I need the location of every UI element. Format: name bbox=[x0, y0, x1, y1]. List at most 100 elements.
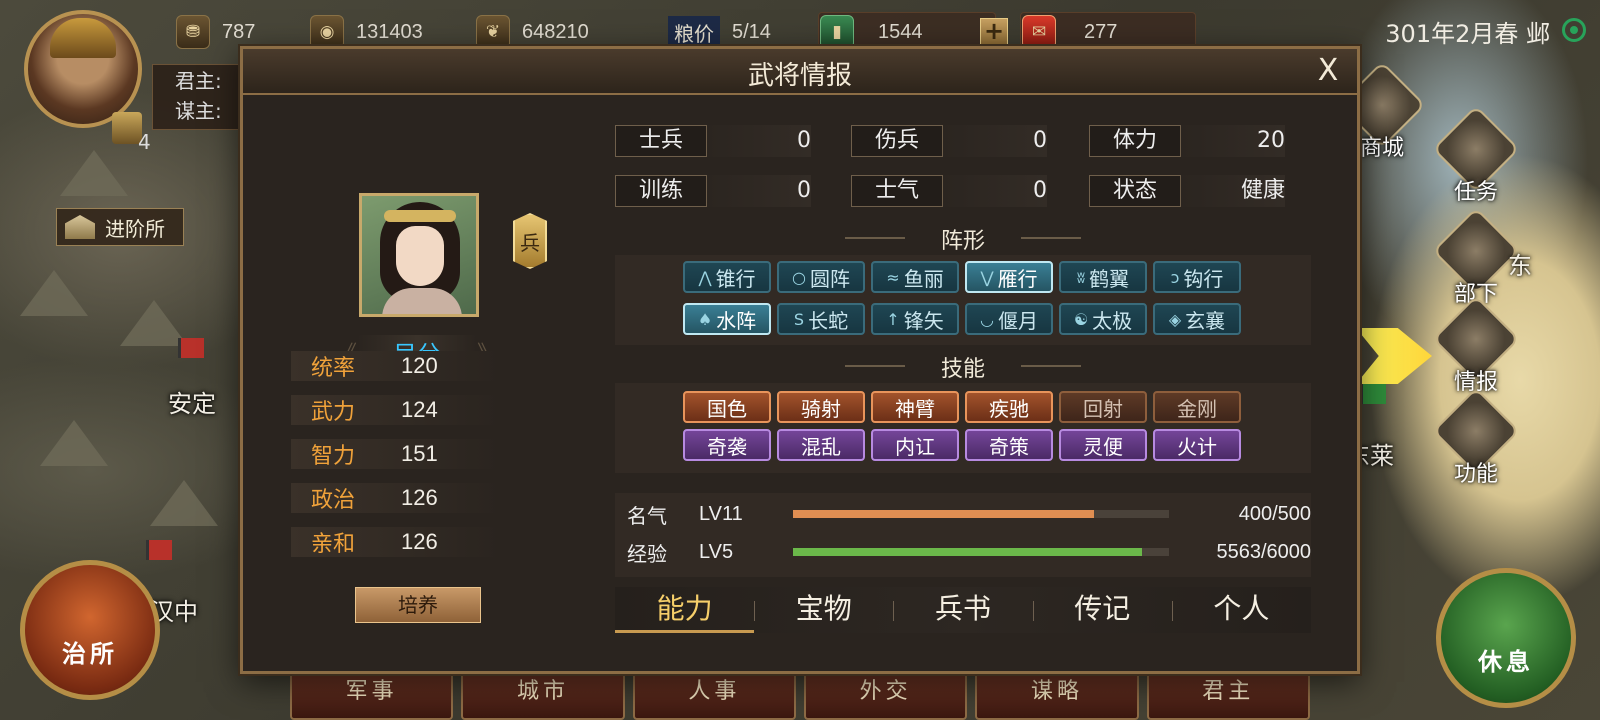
tab-military-book[interactable]: 兵书 bbox=[893, 587, 1032, 633]
add-jade-button[interactable]: + bbox=[980, 18, 1008, 46]
skill-badge-locked[interactable]: 金刚 bbox=[1153, 391, 1241, 423]
formation-button[interactable]: ○ 圆阵 bbox=[777, 261, 865, 293]
menu-diplomacy[interactable]: 外交 bbox=[803, 672, 968, 720]
portrait-face bbox=[396, 226, 444, 286]
formation-label: 雁行 bbox=[997, 266, 1038, 291]
formation-label: 鹤翼 bbox=[1089, 266, 1130, 291]
formation-label: 鱼丽 bbox=[903, 266, 944, 291]
formation-icon: ⋀ bbox=[698, 267, 712, 287]
skill-badge[interactable]: 骑射 bbox=[777, 391, 865, 423]
skill-badge[interactable]: 混乱 bbox=[777, 429, 865, 461]
formation-button[interactable]: ⋀ 锥行 bbox=[683, 261, 771, 293]
tab-personal[interactable]: 个人 bbox=[1171, 587, 1311, 633]
skill-row: 国色 骑射 神臂 疾驰 回射 金刚 bbox=[683, 391, 1241, 423]
stat-value: 120 bbox=[401, 353, 438, 378]
skill-badge-locked[interactable]: 回射 bbox=[1059, 391, 1147, 423]
advance-hall-button[interactable]: 进阶所 bbox=[56, 208, 184, 246]
skill-badge[interactable]: 疾驰 bbox=[965, 391, 1053, 423]
info-cell-status: 状态 健康 bbox=[1089, 175, 1285, 207]
formation-label: 水阵 bbox=[716, 308, 757, 333]
stat-row: 统率 120 bbox=[291, 351, 501, 381]
exp-bar bbox=[793, 548, 1169, 556]
formation-button[interactable]: ↑ 锋矢 bbox=[871, 303, 959, 335]
formation-icon: ◡ bbox=[980, 309, 994, 329]
info-track bbox=[707, 125, 811, 157]
city-anding[interactable]: 安定 bbox=[168, 384, 216, 419]
train-button[interactable]: 培养 bbox=[355, 587, 481, 623]
intel-button[interactable]: 情报 bbox=[1432, 295, 1520, 395]
skill-badge[interactable]: 灵便 bbox=[1059, 429, 1147, 461]
formation-icon: ○ bbox=[792, 267, 806, 287]
skill-badge[interactable]: 奇袭 bbox=[683, 429, 771, 461]
stat-value: 151 bbox=[401, 441, 438, 466]
task-button[interactable]: 任务 bbox=[1432, 105, 1520, 205]
function-button[interactable]: 功能 bbox=[1432, 387, 1520, 487]
detail-tabs: 能力 宝物 兵书 传记 个人 bbox=[615, 587, 1311, 633]
formation-button[interactable]: ʬ 鹤翼 bbox=[1059, 261, 1147, 293]
dialog-header: 武将情报 X bbox=[243, 49, 1357, 95]
tokens-value: 277 bbox=[1084, 20, 1118, 43]
close-button[interactable]: X bbox=[1311, 53, 1345, 89]
gate-icon bbox=[65, 215, 95, 239]
tab-treasure[interactable]: 宝物 bbox=[754, 587, 893, 633]
general-info-dialog: 武将情报 X 兵 《 吴兮 》 统率 120 武力 124 智力 151 政治 bbox=[240, 46, 1360, 674]
formation-icon: ʬ bbox=[1076, 267, 1086, 287]
info-cell-stamina: 体力 20 bbox=[1089, 125, 1285, 157]
tab-biography[interactable]: 传记 bbox=[1032, 587, 1172, 633]
info-value: 0 bbox=[797, 178, 811, 203]
formation-button[interactable]: ↄ 钩行 bbox=[1153, 261, 1241, 293]
formation-button[interactable]: S 长蛇 bbox=[777, 303, 865, 335]
troop-type-badge: 兵 bbox=[513, 213, 547, 269]
info-label: 士兵 bbox=[615, 125, 707, 157]
city-flag-icon bbox=[146, 540, 172, 560]
menu-lord[interactable]: 君主 bbox=[1146, 672, 1310, 720]
skill-badge[interactable]: 国色 bbox=[683, 391, 771, 423]
subordinates-button[interactable]: 部下 bbox=[1432, 207, 1520, 307]
formation-icon: ≈ bbox=[886, 267, 900, 287]
formation-button-active[interactable]: ♠ 水阵 bbox=[683, 303, 771, 335]
formation-icon: ♠ bbox=[697, 309, 713, 329]
formation-button[interactable]: ≈ 鱼丽 bbox=[871, 261, 959, 293]
skill-section-title: 技能 bbox=[615, 351, 1311, 382]
info-label: 状态 bbox=[1089, 175, 1181, 207]
formation-button[interactable]: ☯ 太极 bbox=[1059, 303, 1147, 335]
formation-button[interactable]: ◡ 偃月 bbox=[965, 303, 1053, 335]
lord-avatar[interactable] bbox=[24, 10, 142, 128]
formation-label: 长蛇 bbox=[808, 308, 849, 333]
skill-badge[interactable]: 火计 bbox=[1153, 429, 1241, 461]
stat-label: 统率 bbox=[311, 356, 356, 381]
grain-value: 648210 bbox=[522, 20, 589, 43]
formation-button[interactable]: ◈ 玄襄 bbox=[1153, 303, 1241, 335]
menu-personnel[interactable]: 人事 bbox=[632, 672, 796, 720]
formation-icon: ↄ bbox=[1170, 267, 1180, 287]
skill-badge[interactable]: 内讧 bbox=[871, 429, 959, 461]
tab-ability[interactable]: 能力 bbox=[615, 587, 755, 633]
stat-row: 武力 124 bbox=[291, 395, 501, 425]
fame-bar bbox=[793, 510, 1169, 518]
lord-level: 4 bbox=[138, 130, 151, 154]
menu-strategy[interactable]: 谋略 bbox=[975, 672, 1139, 720]
grain-price-value: 5/14 bbox=[732, 20, 771, 43]
general-portrait bbox=[359, 193, 479, 317]
city-dong[interactable]: 东 bbox=[1508, 246, 1532, 281]
stat-label: 武力 bbox=[311, 400, 356, 425]
formation-label: 锋矢 bbox=[903, 308, 944, 333]
fame-progress: 名气 LV11 400/500 bbox=[627, 499, 1311, 529]
skill-row: 奇袭 混乱 内讧 奇策 灵便 火计 bbox=[683, 429, 1241, 461]
dialog-title: 武将情报 bbox=[747, 61, 852, 91]
menu-city[interactable]: 城市 bbox=[461, 672, 625, 720]
govern-button[interactable]: 治所 bbox=[20, 560, 160, 700]
formation-row: ♠ 水阵 S 长蛇 ↑ 锋矢 ◡ 偃月 ☯ 太极 ◈ 玄襄 bbox=[683, 303, 1241, 335]
strategist-label: 谋主: bbox=[175, 99, 222, 123]
formation-button-active[interactable]: ⋁ 雁行 bbox=[965, 261, 1053, 293]
skill-badge[interactable]: 奇策 bbox=[965, 429, 1053, 461]
info-value: 0 bbox=[797, 128, 811, 153]
exp-label: 经验 bbox=[627, 541, 667, 566]
mountain-decoration bbox=[40, 420, 108, 466]
menu-military[interactable]: 军事 bbox=[290, 672, 454, 720]
general-profile: 兵 《 吴兮 》 统率 120 武力 124 智力 151 政治 126 亲和 … bbox=[243, 97, 613, 673]
skill-badge[interactable]: 神臂 bbox=[871, 391, 959, 423]
formation-icon: ↑ bbox=[886, 309, 900, 329]
info-cell-wounded: 伤兵 0 bbox=[851, 125, 1047, 157]
rest-button[interactable]: 休息 bbox=[1436, 568, 1576, 708]
